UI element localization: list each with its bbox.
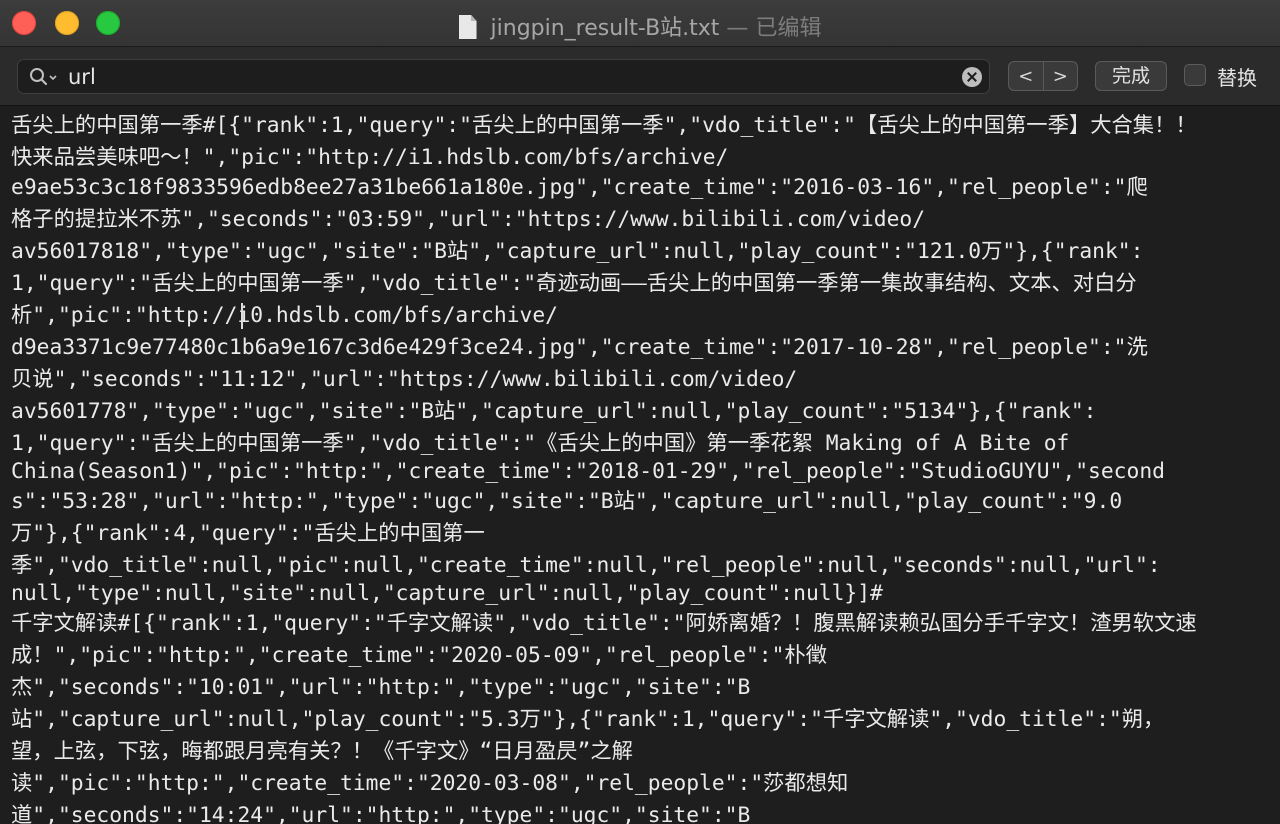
window-edited-status: 已编辑 <box>755 16 822 41</box>
text-line: 1,"query":"舌尖上的中国第一季","vdo_title":"《舌尖上的… <box>11 431 1070 456</box>
text-line: 1,"query":"舌尖上的中国第一季","vdo_title":"奇迹动画—… <box>11 271 1137 296</box>
text-line: 望，上弦，下弦，晦都跟月亮有关？！《千字文》“日月盈昃”之解 <box>11 739 633 764</box>
text-line: d9ea3371c9e77480c1b6a9e167c3d6e429f3ce24… <box>11 335 1148 360</box>
text-line: null,"type":null,"site":null,"capture_ur… <box>11 581 883 606</box>
next-match-button[interactable]: > <box>1044 62 1078 90</box>
text-line: s":"53:28","url":"http:","type":"ugc","s… <box>11 489 1123 514</box>
replace-checkbox[interactable] <box>1184 64 1206 86</box>
text-line: 季","vdo_title":null,"pic":null,"create_t… <box>11 553 1161 578</box>
search-field[interactable] <box>17 59 990 94</box>
text-line: 道","seconds":"14:24","url":"http:","type… <box>11 803 751 824</box>
textedit-window: jingpin_result-B站.txt — 已编辑 < > 完成 替换 舌尖… <box>0 0 1280 824</box>
text-line: av56017818","type":"ugc","site":"B站","ca… <box>11 239 1144 264</box>
text-line: av5601778","type":"ugc","site":"B站","cap… <box>11 399 1097 424</box>
text-line: 万"},{"rank":4,"query":"舌尖上的中国第一 <box>11 521 485 546</box>
search-input[interactable] <box>68 64 948 90</box>
text-line: 杰","seconds":"10:01","url":"http:","type… <box>11 675 751 700</box>
text-line: 格子的提拉米不苏","seconds":"03:59","url":"https… <box>11 207 926 232</box>
clear-search-icon[interactable] <box>962 67 982 87</box>
text-document-icon <box>458 15 477 39</box>
title-bar[interactable]: jingpin_result-B站.txt — 已编辑 <box>0 0 1280 46</box>
text-line: 千字文解读#[{"rank":1,"query":"千字文解读","vdo_ti… <box>11 611 1197 636</box>
text-line: 站","capture_url":null,"play_count":"5.3万… <box>11 707 1165 732</box>
text-line: 析","pic":"http://i0.hdslb.com/bfs/archiv… <box>11 303 558 328</box>
text-line: 贝说","seconds":"11:12","url":"https://www… <box>11 367 798 392</box>
text-line: 成！","pic":"http:","create_time":"2020-05… <box>11 643 828 668</box>
window-filename: jingpin_result-B站.txt <box>490 16 720 41</box>
previous-match-button[interactable]: < <box>1009 62 1044 90</box>
find-bar: < > 完成 替换 <box>0 46 1280 106</box>
text-line: e9ae53c3c18f9833596edb8ee27a31be661a180e… <box>11 175 1148 200</box>
search-icon[interactable] <box>29 67 59 87</box>
done-button[interactable]: 完成 <box>1095 61 1167 91</box>
match-navigation: < > <box>1008 61 1078 91</box>
text-line: 读","pic":"http:","create_time":"2020-03-… <box>11 771 849 796</box>
window-title: jingpin_result-B站.txt — 已编辑 <box>0 10 1280 42</box>
window-separator: — <box>719 16 756 41</box>
text-line: 快来品尝美味吧～！","pic":"http://i1.hdslb.com/bf… <box>11 145 729 170</box>
text-line: 舌尖上的中国第一季#[{"rank":1,"query":"舌尖上的中国第一季"… <box>11 113 1197 138</box>
text-editor[interactable]: 舌尖上的中国第一季#[{"rank":1,"query":"舌尖上的中国第一季"… <box>0 107 1280 824</box>
replace-label: 替换 <box>1217 66 1257 90</box>
text-line: China(Season1)","pic":"http:","create_ti… <box>11 459 1165 484</box>
text-caret <box>241 303 243 329</box>
